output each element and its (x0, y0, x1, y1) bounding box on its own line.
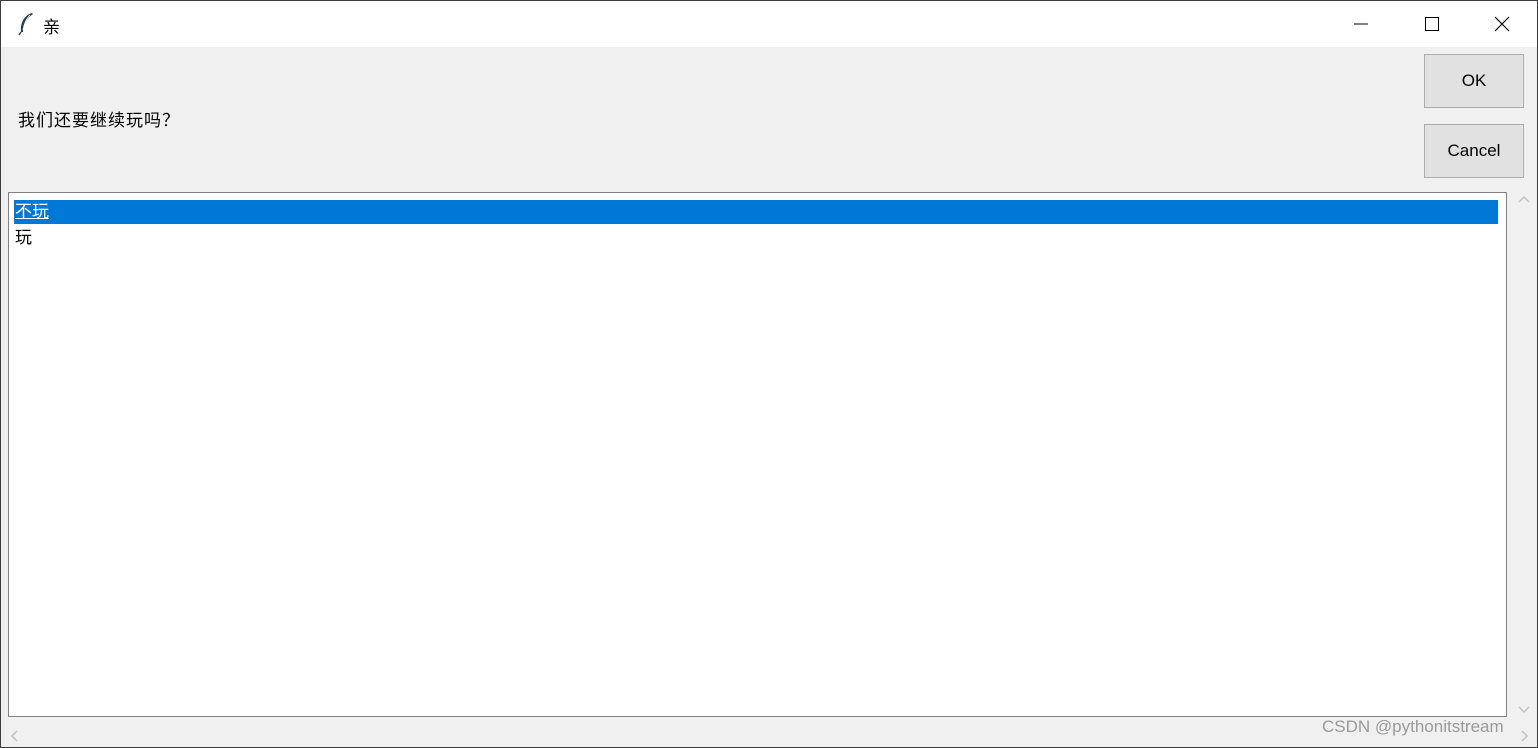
choice-listbox[interactable]: 不玩 玩 (8, 192, 1507, 717)
close-button[interactable] (1467, 1, 1537, 47)
maximize-icon (1424, 16, 1440, 32)
scroll-left-icon[interactable] (8, 729, 20, 743)
feather-icon (17, 12, 37, 36)
cancel-button[interactable]: Cancel (1424, 124, 1524, 178)
dialog-window: 亲 我们还要继续玩吗？ OK Cancel 不玩 玩 (0, 0, 1538, 748)
scroll-down-icon[interactable] (1517, 704, 1531, 716)
list-item[interactable]: 不玩 (14, 200, 1498, 224)
ok-button[interactable]: OK (1424, 54, 1524, 108)
vertical-scrollbar[interactable] (1510, 184, 1537, 724)
maximize-button[interactable] (1397, 1, 1467, 47)
close-icon (1494, 16, 1510, 32)
window-title: 亲 (43, 18, 60, 38)
watermark: CSDN @pythonitstream (1322, 717, 1504, 736)
horizontal-scrollbar[interactable] (1, 723, 1537, 747)
list-item[interactable]: 玩 (14, 226, 32, 250)
scroll-up-icon[interactable] (1517, 193, 1531, 205)
minimize-icon (1353, 16, 1369, 32)
minimize-button[interactable] (1326, 1, 1396, 47)
scroll-right-icon[interactable] (1519, 729, 1531, 743)
prompt-text: 我们还要继续玩吗？ (18, 111, 180, 131)
title-bar[interactable]: 亲 (1, 1, 1537, 47)
